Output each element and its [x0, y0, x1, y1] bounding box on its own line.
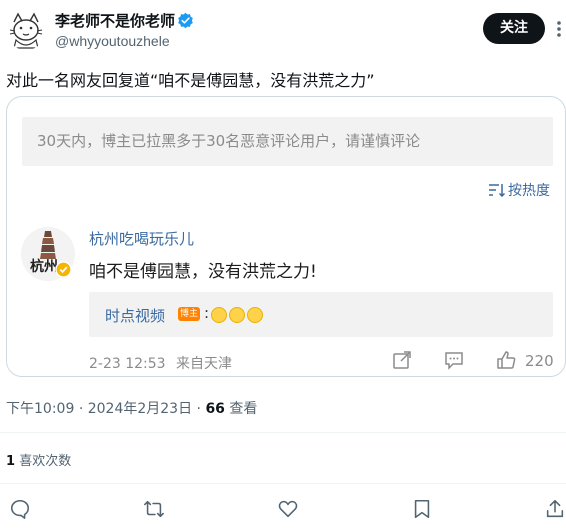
author-handle[interactable]: @whyyoutouzhele — [55, 33, 170, 49]
likes-summary[interactable]: 1 喜欢次数 — [6, 450, 71, 469]
retweet-icon[interactable] — [143, 498, 165, 520]
views-label: 查看 — [229, 401, 258, 417]
reply-icon[interactable] — [9, 498, 31, 520]
sort-by-hot-button[interactable]: 按热度 — [488, 180, 550, 200]
divider — [0, 432, 566, 433]
bookmark-icon[interactable] — [411, 498, 433, 520]
cat-avatar-icon — [6, 10, 46, 50]
meta-separator: · — [78, 401, 84, 417]
post-text: 对此一名网友回复道“咱不是傅园慧，没有洪荒之力” — [6, 71, 375, 90]
author-display-name[interactable]: 李老师不是你老师 — [55, 10, 175, 31]
follow-button[interactable]: 关注 — [483, 13, 545, 44]
upload-icon[interactable] — [544, 498, 566, 520]
reply-colon: : — [204, 304, 210, 322]
emoji-icon — [229, 307, 245, 323]
verified-badge-icon — [178, 12, 193, 29]
yellow-verified-badge-icon — [55, 261, 72, 278]
like-icon[interactable] — [496, 350, 516, 370]
comment-text: 咱不是傅园慧，没有洪荒之力! — [89, 262, 317, 282]
comment-icon[interactable] — [444, 350, 464, 370]
comment-source: 来自天津 — [176, 356, 233, 372]
likes-label: 喜欢次数 — [19, 454, 72, 469]
meta-separator: · — [196, 401, 201, 417]
sort-label: 按热度 — [508, 183, 550, 199]
post-meta: 下午10:09 · 2024年2月23日 · 66 查看 — [6, 398, 257, 418]
comment-time: 2-23 12:53 — [89, 356, 166, 372]
more-icon[interactable] — [552, 19, 566, 39]
divider — [0, 483, 566, 484]
commenter-username[interactable]: 杭州吃喝玩乐儿 — [89, 228, 194, 249]
views-count: 66 — [205, 401, 225, 417]
comment-notice: 30天内，博主已拉黑多于30名恶意评论用户，请谨慎评论 — [22, 117, 553, 166]
heart-icon[interactable] — [277, 498, 299, 520]
post-date[interactable]: 2024年2月23日 — [88, 401, 192, 417]
post-time[interactable]: 下午10:09 — [6, 401, 74, 417]
emoji-icon — [211, 307, 227, 323]
author-avatar[interactable] — [6, 10, 46, 50]
reply-username[interactable]: 时点视频 — [105, 305, 165, 326]
commenter-avatar-text: 杭州 — [30, 259, 58, 275]
blogger-tag: 博主 — [178, 307, 200, 321]
comment-like-count: 220 — [525, 352, 554, 370]
likes-count: 1 — [6, 454, 16, 469]
comment-meta: 2-23 12:53 来自天津 — [89, 353, 232, 373]
emoji-icon — [247, 307, 263, 323]
sort-icon — [489, 184, 505, 197]
share-icon[interactable] — [392, 350, 412, 370]
